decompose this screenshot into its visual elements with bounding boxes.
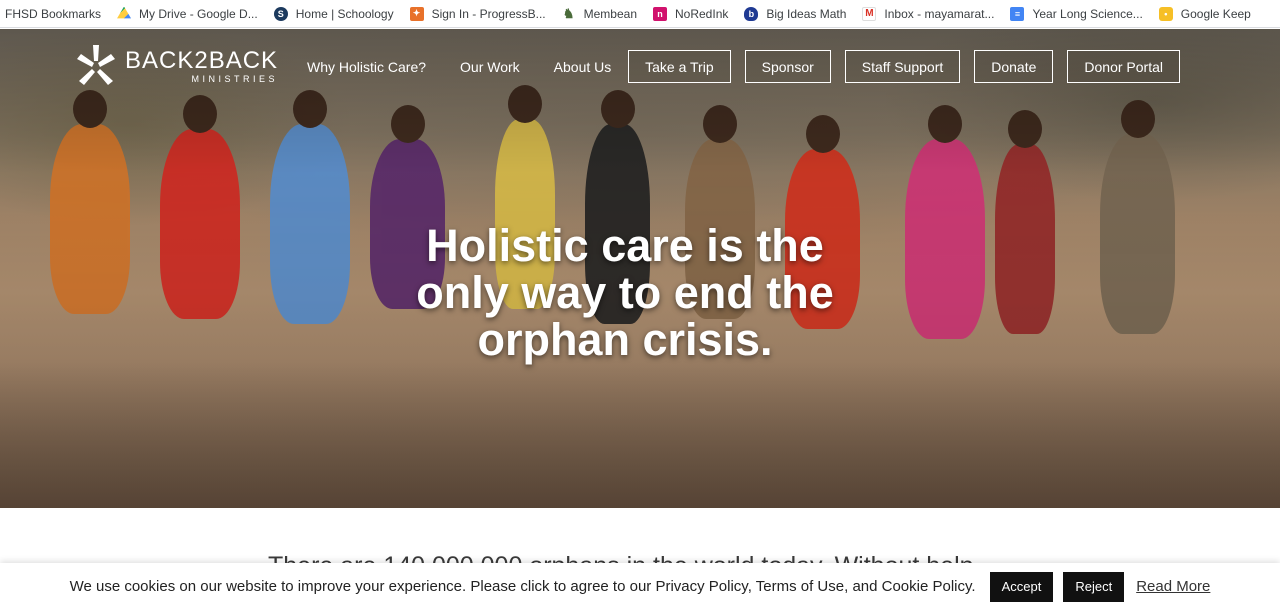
bookmark-label: Sign In - ProgressB... [431, 6, 546, 21]
bookmark-fhsd[interactable]: FHSD Bookmarks [5, 2, 109, 26]
bookmark-noredink[interactable]: n NoRedInk [645, 2, 736, 26]
nav-link-about-us[interactable]: About Us [554, 59, 612, 75]
bookmark-google-drive[interactable]: My Drive - Google D... [109, 2, 266, 26]
reject-cookies-button[interactable]: Reject [1063, 571, 1125, 602]
cookie-consent-bar: We use cookies on our website to improve… [0, 563, 1280, 610]
bookmark-progressbook[interactable]: ✦ Sign In - ProgressB... [402, 2, 554, 26]
nav-link-our-work[interactable]: Our Work [460, 59, 520, 75]
schoology-icon: S [273, 6, 288, 21]
logo-star-icon [77, 45, 115, 85]
staff-support-button[interactable]: Staff Support [844, 50, 961, 83]
progressbook-icon: ✦ [409, 6, 424, 21]
bookmark-google-keep[interactable]: • Google Keep [1151, 2, 1259, 26]
bookmark-label: Inbox - mayamarat... [884, 6, 995, 21]
gmail-icon: M [862, 6, 877, 21]
google-drive-icon [117, 6, 132, 19]
bookmark-label: Membean [583, 6, 637, 21]
logo-subtitle: MINISTRIES [191, 73, 279, 84]
accept-cookies-button[interactable]: Accept [989, 571, 1054, 602]
google-keep-icon: • [1158, 6, 1173, 21]
bookmark-label: NoRedInk [675, 6, 729, 21]
bookmark-label: Home | Schoology [295, 6, 394, 21]
big-ideas-math-icon: b [744, 6, 759, 21]
google-docs-icon: ≡ [1010, 6, 1025, 21]
donor-portal-button[interactable]: Donor Portal [1067, 50, 1180, 83]
bookmarks-bar: FHSD Bookmarks My Drive - Google D... S … [0, 0, 1280, 28]
cookie-message: We use cookies on our website to improve… [69, 578, 976, 595]
sponsor-button[interactable]: Sponsor [744, 50, 831, 83]
bookmark-label: Year Long Science... [1032, 6, 1143, 21]
bookmark-membean[interactable]: ♞ Membean [554, 2, 645, 26]
bookmark-gmail[interactable]: M Inbox - mayamarat... [854, 2, 1002, 26]
bookmark-label: Google Keep [1180, 6, 1251, 21]
bookmark-year-long-science[interactable]: ≡ Year Long Science... [1002, 2, 1150, 26]
logo-name: BACK2BACK [125, 46, 279, 74]
nav-button-group: Take a Trip Sponsor Staff Support Donate… [628, 50, 1180, 83]
read-more-link[interactable]: Read More [1136, 578, 1210, 595]
main-nav: Why Holistic Care? Our Work About Us [307, 59, 611, 75]
bookmark-label: FHSD Bookmarks [5, 6, 102, 21]
take-a-trip-button[interactable]: Take a Trip [628, 50, 731, 83]
membean-icon: ♞ [562, 5, 575, 21]
donate-button[interactable]: Donate [974, 50, 1054, 83]
site-logo[interactable]: BACK2BACK MINISTRIES [75, 43, 278, 89]
hero-headline: Holistic care is the only way to end the… [416, 220, 834, 365]
bookmark-schoology[interactable]: S Home | Schoology [266, 2, 402, 26]
nav-link-why-holistic-care[interactable]: Why Holistic Care? [307, 59, 426, 75]
logo-wordmark: BACK2BACK MINISTRIES [125, 46, 279, 84]
noredink-icon: n [653, 6, 667, 21]
bookmark-label: Big Ideas Math [766, 6, 847, 21]
hero-banner: BACK2BACK MINISTRIES Why Holistic Care? … [0, 29, 1280, 508]
bookmark-label: My Drive - Google D... [139, 6, 258, 21]
bookmark-big-ideas-math[interactable]: b Big Ideas Math [736, 2, 854, 26]
